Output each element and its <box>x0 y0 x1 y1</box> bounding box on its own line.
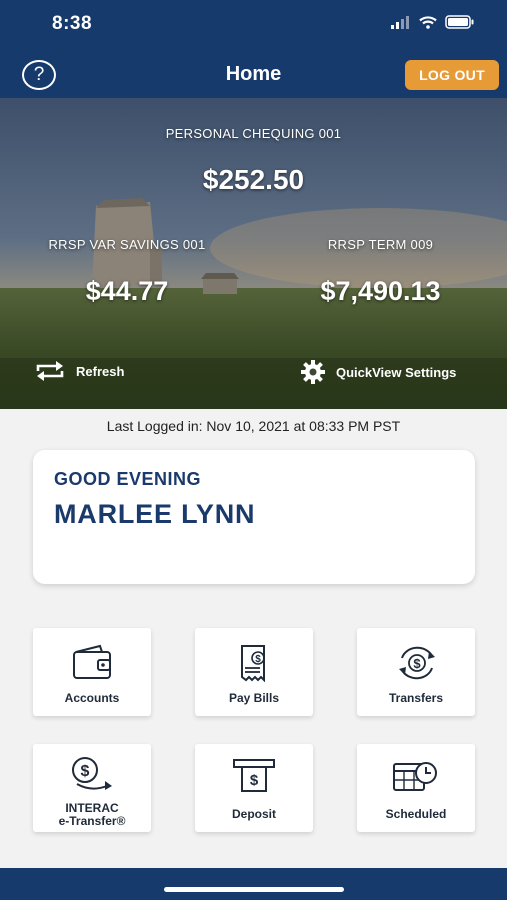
wallet-icon <box>73 644 111 679</box>
quickview-settings-label: QuickView Settings <box>336 364 457 380</box>
refresh-button[interactable]: Refresh <box>34 361 124 381</box>
bill-icon: $ <box>241 645 265 682</box>
tile-interac-etransfer[interactable]: $ INTERAC e-Transfer® <box>33 744 151 832</box>
account-name: PERSONAL CHEQUING 001 <box>165 126 342 141</box>
tile-label: Transfers <box>388 691 444 705</box>
tile-scheduled[interactable]: Scheduled <box>357 744 475 832</box>
signal-icon <box>391 15 409 29</box>
account-balance[interactable]: $7,490.13 <box>254 276 507 307</box>
account-name: RRSP VAR SAVINGS 001 <box>48 237 206 252</box>
transfer-icon: $ <box>399 646 435 680</box>
tile-label: Accounts <box>64 691 120 705</box>
last-login-text: Last Logged in: Nov 10, 2021 at 08:33 PM… <box>106 418 401 434</box>
refresh-icon <box>36 361 64 381</box>
account-balance[interactable]: $44.77 <box>0 276 254 307</box>
account-name: RRSP TERM 009 <box>327 237 434 252</box>
tile-accounts[interactable]: Accounts <box>33 628 151 716</box>
refresh-label: Refresh <box>76 363 125 379</box>
status-icons <box>391 15 475 29</box>
status-time: 8:38 <box>52 13 93 34</box>
quickview-panel: PERSONAL CHEQUING 001 $252.50 RRSP VAR S… <box>0 98 507 409</box>
bottom-bar <box>0 868 507 900</box>
etransfer-icon: $ <box>72 757 112 790</box>
app-header: ? Home LOG OUT <box>0 46 507 98</box>
tile-label: INTERAC e-Transfer® <box>33 802 151 828</box>
svg-text:$: $ <box>255 654 261 665</box>
tile-label-line2: e-Transfer® <box>58 814 126 828</box>
tile-deposit[interactable]: $ Deposit <box>195 744 313 832</box>
greeting-salutation: GOOD EVENING <box>54 469 202 489</box>
account-balance[interactable]: $252.50 <box>0 164 507 196</box>
tile-transfers[interactable]: $ Transfers <box>357 628 475 716</box>
tile-pay-bills[interactable]: $ Pay Bills <box>195 628 313 716</box>
gear-icon <box>301 360 325 384</box>
battery-icon <box>445 15 474 29</box>
svg-text:$: $ <box>81 763 90 780</box>
greeting-user-name: MARLEE LYNN <box>54 499 256 529</box>
svg-text:$: $ <box>413 656 421 671</box>
calendar-clock-icon <box>393 762 437 791</box>
wifi-icon <box>419 15 437 29</box>
tile-label: Deposit <box>231 807 276 821</box>
status-bar: 8:38 <box>0 0 507 46</box>
home-indicator[interactable] <box>164 887 344 892</box>
quickview-settings-button[interactable]: QuickView Settings <box>300 359 456 385</box>
tile-label: Scheduled <box>385 807 447 821</box>
logout-button[interactable]: LOG OUT <box>405 60 499 90</box>
tile-label: Pay Bills <box>228 691 280 705</box>
greeting-card: GOOD EVENING MARLEE LYNN <box>33 450 475 584</box>
svg-text:$: $ <box>250 772 259 789</box>
deposit-icon: $ <box>233 759 275 792</box>
